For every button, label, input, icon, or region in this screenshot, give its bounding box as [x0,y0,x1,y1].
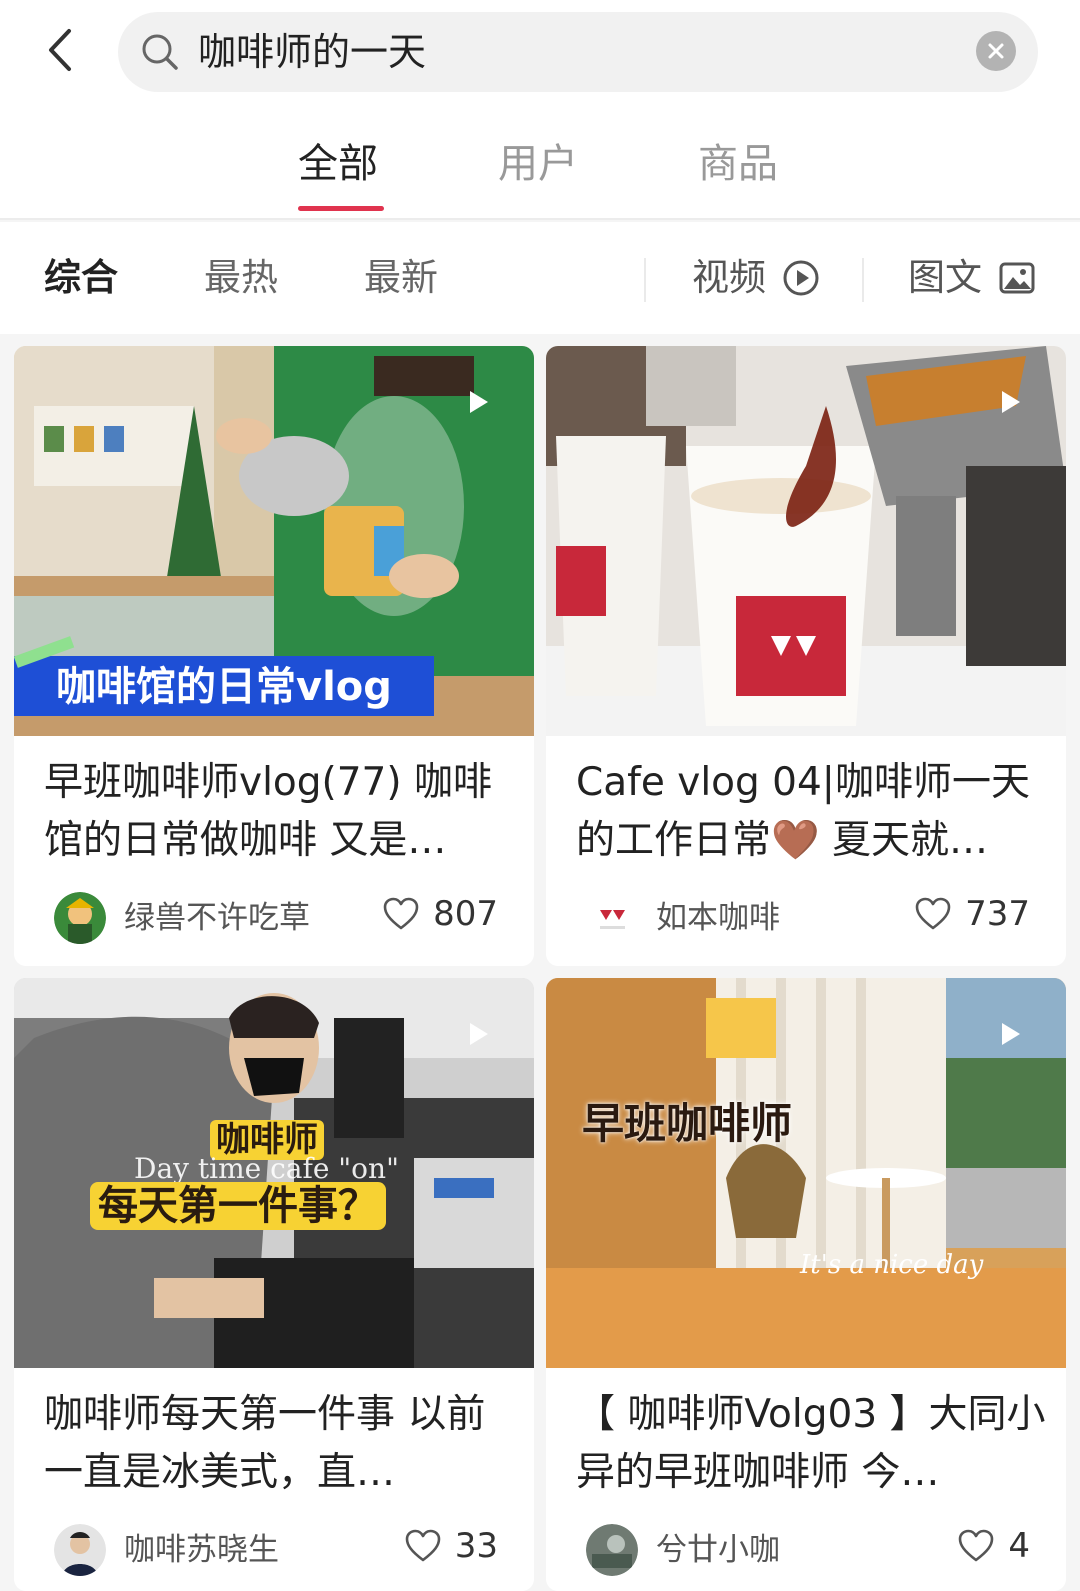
avatar-image [586,892,638,944]
like-count: 737 [965,894,1030,934]
play-icon [470,391,488,413]
note-title[interactable]: 【 咖啡师Volg03 】大同小异的早班咖啡师 今… [576,1386,1046,1502]
note-card[interactable]: Cafe vlog 04|咖啡师一天的工作日常🤎 夏天就… 如本咖啡 737 [546,346,1066,966]
thumbnail-caption-script: It's a nice day [800,1250,984,1280]
thumbnail-caption: 咖啡馆的日常vlog [56,664,392,710]
note-title[interactable]: Cafe vlog 04|咖啡师一天的工作日常🤎 夏天就… [576,754,1046,870]
author-info[interactable]: 兮廿小咖 [586,1524,780,1576]
divider [862,258,864,302]
tab-users[interactable]: 用户 [498,136,578,192]
sort-comprehensive[interactable]: 综合 [44,252,118,304]
search-query-text[interactable]: 咖啡师的一天 [198,26,426,78]
note-card[interactable]: 咖啡馆的日常vlog 早班咖啡师vlog(77) 咖啡馆的日常做咖啡 又是… 绿… [14,346,534,966]
author-info[interactable]: 咖啡苏晓生 [54,1524,279,1576]
active-tab-indicator [298,206,384,211]
author-name: 绿兽不许吃草 [124,900,310,936]
back-button[interactable] [30,20,90,80]
avatar-image [54,1524,106,1576]
avatar-image [586,1524,638,1576]
like-count: 807 [433,894,498,934]
sort-hottest[interactable]: 最热 [204,252,278,304]
filter-video[interactable]: 视频 [692,252,820,304]
tab-all[interactable]: 全部 [298,136,378,192]
filter-image-text-label: 图文 [908,256,982,299]
heart-icon [383,897,419,930]
filter-image-text[interactable]: 图文 [908,252,1036,304]
like-count: 4 [1008,1526,1030,1566]
tab-products[interactable]: 商品 [698,136,778,192]
note-card[interactable]: 咖啡师 Day time cafe "on" 每天第一件事？ 咖啡师每天第一件事… [14,978,534,1591]
thumbnail-caption: 每天第一件事？ [90,1182,386,1230]
like-button[interactable]: 737 [915,892,1030,936]
chevron-left-icon [49,29,71,71]
result-type-tabs: 全部 用户 商品 [0,110,1080,220]
like-button[interactable]: 807 [383,892,498,936]
avatar[interactable] [54,1524,106,1576]
author-name: 如本咖啡 [656,900,780,936]
search-input[interactable]: 咖啡师的一天 [118,12,1038,92]
note-title[interactable]: 早班咖啡师vlog(77) 咖啡馆的日常做咖啡 又是… [44,754,514,870]
thumbnail-image [546,346,1066,736]
play-circle-icon [783,260,819,296]
sort-newest[interactable]: 最新 [364,252,438,304]
note-title[interactable]: 咖啡师每天第一件事 以前一直是冰美式，直… [44,1386,514,1502]
divider [644,258,646,302]
close-icon [988,43,1004,59]
note-card[interactable]: 早班咖啡师 It's a nice day 【 咖啡师Volg03 】大同小异的… [546,978,1066,1591]
search-icon [142,34,178,70]
video-thumbnail[interactable]: 咖啡师 Day time cafe "on" 每天第一件事？ [14,978,534,1368]
avatar[interactable] [586,1524,638,1576]
search-header: 咖啡师的一天 [0,0,1080,110]
author-info[interactable]: 如本咖啡 [586,892,780,944]
author-name: 咖啡苏晓生 [124,1532,279,1568]
video-thumbnail[interactable]: 咖啡馆的日常vlog [14,346,534,736]
video-thumbnail[interactable] [546,346,1066,736]
author-info[interactable]: 绿兽不许吃草 [54,892,310,944]
thumbnail-image [546,978,1066,1368]
like-button[interactable]: 4 [958,1524,1030,1568]
filter-video-label: 视频 [692,256,766,299]
avatar-image [54,892,106,944]
author-name: 兮廿小咖 [656,1532,780,1568]
like-count: 33 [454,1526,498,1566]
play-icon [1002,1023,1020,1045]
thumbnail-caption-script: Day time cafe "on" [134,1152,399,1185]
clear-search-button[interactable] [976,31,1016,71]
play-icon [470,1023,488,1045]
thumbnail-caption: 早班咖啡师 [582,1099,793,1148]
filter-bar: 综合 最热 最新 视频 图文 [0,222,1080,334]
heart-icon [959,1529,994,1562]
video-thumbnail[interactable]: 早班咖啡师 It's a nice day [546,978,1066,1368]
play-icon [1002,391,1020,413]
avatar[interactable] [586,892,638,944]
image-icon [999,262,1035,294]
heart-icon [405,1529,441,1562]
heart-icon [915,897,951,930]
like-button[interactable]: 33 [405,1524,498,1568]
avatar[interactable] [54,892,106,944]
